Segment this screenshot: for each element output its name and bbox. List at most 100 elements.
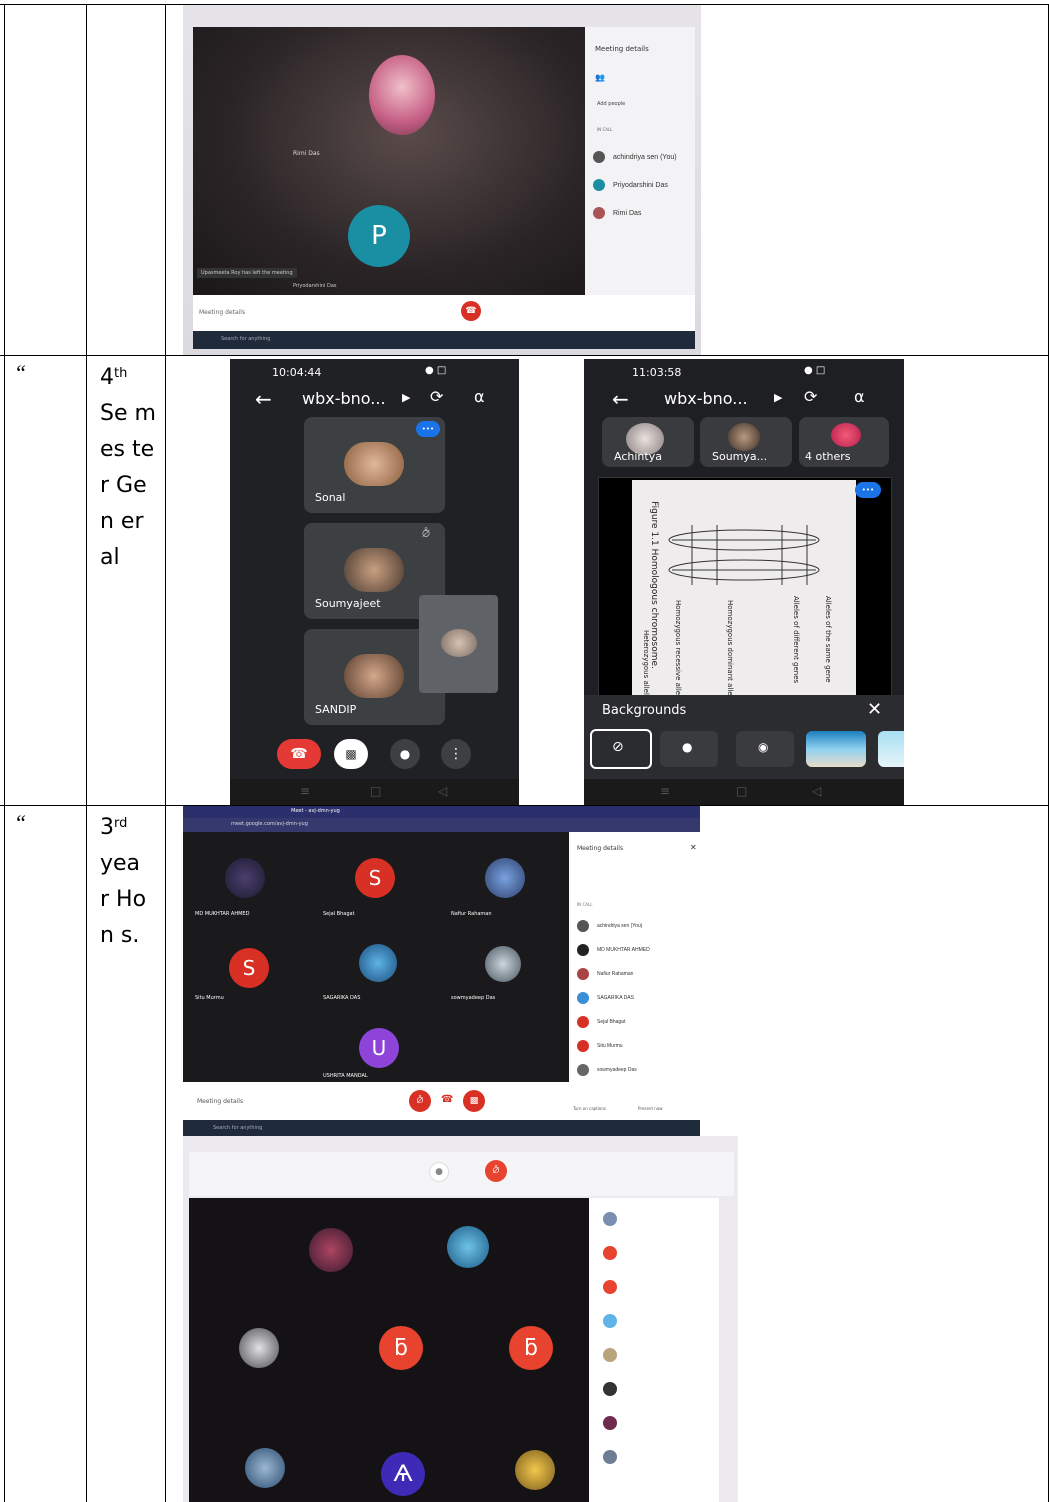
background-beach-option[interactable] (806, 731, 866, 767)
blur-icon: ● (682, 740, 693, 754)
end-call-icon[interactable]: ☎ (441, 1094, 453, 1105)
background-blur-strong-option[interactable]: ◉ (736, 731, 794, 767)
back-arrow-icon[interactable]: ← (255, 387, 272, 411)
end-call-icon[interactable]: ☎ (461, 301, 481, 321)
mirrored-camera-off-icon[interactable]: ⦲ (485, 1160, 507, 1182)
mirrored-mic-icon[interactable]: ● (429, 1162, 449, 1182)
semester-label-row3: 3rd yea r Hon s. (100, 810, 162, 954)
semester-rest-row2: Se mes ter Gen eral (100, 401, 156, 570)
backgrounds-title: Backgrounds (602, 703, 687, 718)
figure-label: Alleles of the same gene (824, 596, 832, 683)
nav-home-icon[interactable]: □ (736, 784, 747, 798)
mic-off-icon[interactable]: ⦲ (409, 1090, 431, 1112)
mirrored-list-avatar (603, 1382, 617, 1396)
muted-mic-icon: ⦲ (422, 527, 430, 540)
panel-close-icon[interactable]: ✕ (690, 843, 697, 852)
shared-figure-page: Figure 1.1 Homologous chromosome. Hetero… (632, 480, 856, 698)
title-chevron-icon[interactable]: ▶ (402, 391, 410, 404)
more-options-icon[interactable]: ⋮ (441, 739, 471, 769)
tile-avatar-7: U (359, 1028, 399, 1068)
switch-camera-icon[interactable]: ⟳ (430, 387, 443, 406)
people-tab-icon[interactable]: 👥 (595, 73, 605, 82)
mirrored-list-avatar (603, 1212, 617, 1226)
mirrored-tile-avatar (309, 1228, 353, 1272)
leave-call-icon[interactable]: ☎ (277, 739, 321, 769)
mirrored-tile-avatar (239, 1328, 279, 1368)
tile-name-priyodarshini: Priyodarshini Das (293, 283, 337, 289)
title-chevron-icon[interactable]: ▶ (774, 391, 782, 404)
participant-strip-achintya[interactable]: Achintya (602, 417, 694, 467)
mirrored-list-avatar (603, 1450, 617, 1464)
mirrored-list-avatar (603, 1416, 617, 1430)
mirrored-participants-panel (589, 1198, 719, 1502)
panel-title: Meeting details (595, 45, 649, 53)
soumya-avatar (728, 423, 760, 451)
taskbar-search[interactable]: Search for anything (213, 1125, 262, 1131)
nav-back-icon[interactable]: ◁ (438, 784, 447, 798)
close-icon[interactable]: ✕ (867, 699, 882, 720)
mirrored-tile-avatar-u: Ѧ (381, 1452, 425, 1496)
audio-icon[interactable]: ⍺ (474, 387, 485, 406)
participant-strip-soumya[interactable]: Soumya... (700, 417, 792, 467)
camera-off-icon[interactable]: ▩ (463, 1090, 485, 1112)
browser-tab[interactable]: Meet - avj-dmn-yug (291, 808, 340, 814)
tile-avatar-6 (485, 946, 521, 982)
tile-name: Sejal Bhagat (323, 911, 355, 917)
webex-phone-screenshot-1: 10:04:44 ● □ ← wbx-bno... ▶ ⟳ ⍺ Sonal ••… (230, 359, 519, 805)
active-speaker-icon: ••• (855, 482, 881, 498)
participant-row: MD MUKHTAR AHMED (577, 940, 692, 960)
semester-rest-row3: yea r Hon s. (100, 851, 147, 948)
mirrored-list-avatar (603, 1280, 617, 1294)
tile-name: Soumyajeet (315, 597, 381, 610)
semester-label-row2: 4th Se mes ter Gen eral (100, 360, 162, 576)
browser-tab-bar: Meet - avj-dmn-yug (183, 806, 700, 818)
nav-back-icon[interactable]: ◁ (812, 784, 821, 798)
mic-icon[interactable]: ● (390, 739, 420, 769)
switch-camera-icon[interactable]: ⟳ (804, 387, 817, 406)
participant-row: Nafiur Rahaman (577, 964, 692, 984)
mirrored-tile-avatar (515, 1450, 555, 1490)
video-off-icon[interactable]: ▩ (334, 739, 368, 769)
sonal-avatar (344, 442, 404, 486)
participant-strip-others[interactable]: 4 others (799, 417, 889, 467)
table-border-row2 (0, 355, 1049, 356)
background-blur-option[interactable]: ● (660, 731, 718, 767)
figure-label: Alleles of different genes (792, 596, 800, 684)
back-arrow-icon[interactable]: ← (612, 387, 629, 411)
meeting-details-button[interactable]: Meeting details (199, 309, 245, 316)
participant-row: Situ Murmu (577, 1036, 692, 1056)
add-people-link[interactable]: Add people (597, 101, 625, 107)
sandip-avatar (344, 654, 404, 698)
meeting-details-button[interactable]: Meeting details (197, 1098, 243, 1105)
captions-button[interactable]: Turn on captions (573, 1106, 606, 1111)
mirrored-tile-avatar (245, 1448, 285, 1488)
nav-home-icon[interactable]: □ (370, 784, 381, 798)
self-view-avatar (441, 629, 477, 657)
taskbar-search[interactable]: Search for anything (221, 336, 270, 342)
nav-menu-icon[interactable]: ≡ (660, 784, 670, 798)
background-none-option[interactable]: ⊘ (590, 729, 652, 769)
in-call-label: IN CALL (577, 902, 593, 907)
tile-name: USHRITA MANDAL (323, 1073, 368, 1079)
browser-address-bar: meet.google.com/avj-dmn-yug (183, 818, 700, 832)
left-meeting-toast: Upasmeeta Roy has left the meeting (197, 268, 297, 278)
tile-name: SANDIP (315, 703, 357, 716)
tile-avatar-3 (485, 858, 525, 898)
mirrored-tile-avatar (447, 1226, 489, 1268)
meet-bottom-bar: Meeting details ⦲ ☎ ▩ Turn on captions P… (183, 1082, 700, 1120)
chromosome-diagram (668, 525, 820, 585)
video-tile-sonal[interactable]: Sonal ••• (304, 417, 445, 513)
participant-row: Priyodarshini Das (593, 175, 687, 195)
ditto-mark-row2: “ (14, 360, 27, 385)
self-view-pip[interactable] (419, 595, 498, 693)
mirrored-video-grid: ƃ ƃ Ѧ (189, 1198, 589, 1502)
table-border-left (4, 4, 5, 1502)
background-sky-option[interactable] (878, 731, 904, 767)
audio-icon[interactable]: ⍺ (854, 387, 865, 406)
table-border-col2 (86, 4, 87, 1502)
participant-avatar-p: P (348, 205, 410, 267)
nav-menu-icon[interactable]: ≡ (300, 784, 310, 798)
url-field[interactable]: meet.google.com/avj-dmn-yug (231, 821, 308, 827)
no-background-icon: ⊘ (612, 739, 624, 755)
present-button[interactable]: Present now (638, 1106, 663, 1111)
